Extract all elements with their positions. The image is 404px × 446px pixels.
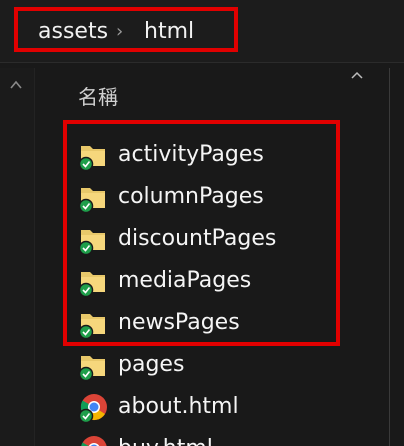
sync-check-icon xyxy=(78,432,110,446)
chevron-up-icon[interactable] xyxy=(9,78,23,92)
list-item[interactable]: buy.html xyxy=(78,432,378,446)
sort-ascending-icon xyxy=(351,71,363,79)
sync-check-icon xyxy=(78,366,94,382)
file-name: buy.html xyxy=(118,435,213,446)
file-explorer-window: assets › html 名稱 activityPages columnPage… xyxy=(0,0,404,446)
file-name: pages xyxy=(118,352,185,377)
breadcrumb-highlight-annotation xyxy=(14,7,238,52)
pane-divider[interactable] xyxy=(34,68,35,446)
list-item[interactable]: about.html xyxy=(78,390,378,424)
folders-highlight-annotation xyxy=(63,120,340,346)
sync-check-icon xyxy=(78,408,94,424)
column-divider[interactable] xyxy=(389,68,390,446)
column-header-name[interactable]: 名稱 xyxy=(78,84,118,110)
address-bar[interactable]: assets › html xyxy=(0,0,404,63)
list-item[interactable]: pages xyxy=(78,348,378,382)
navigation-pane[interactable] xyxy=(0,68,34,446)
file-name: about.html xyxy=(118,394,239,419)
